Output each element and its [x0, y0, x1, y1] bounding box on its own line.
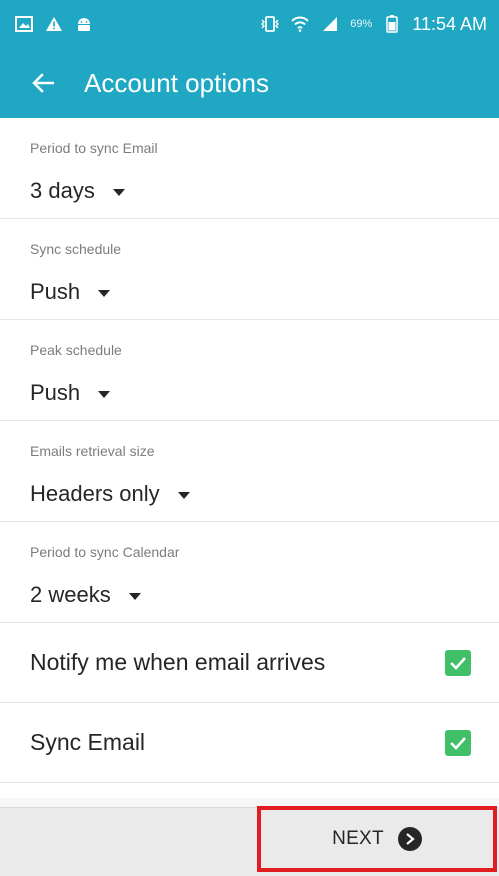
page-title: Account options: [84, 67, 270, 98]
phone-screen: 69% 11:54 AM Account options Period to s…: [0, 0, 499, 876]
checkmark-icon: [450, 736, 466, 750]
retrieval-size-dropdown[interactable]: Headers only: [30, 481, 190, 507]
list-spacer: [0, 783, 499, 798]
dropdown-value: 3 days: [30, 178, 95, 203]
checkmark-icon: [450, 656, 466, 670]
app-bar: Account options: [0, 48, 499, 118]
bottom-bar: NEXT: [0, 806, 499, 876]
dropdown-value: Push: [30, 279, 81, 304]
caret-down-icon: [177, 491, 190, 499]
setting-label: Period to sync Calendar: [30, 544, 180, 560]
status-left: [14, 14, 94, 34]
warning-icon: [44, 14, 64, 34]
setting-label: Emails retrieval size: [30, 443, 155, 459]
period-sync-email-dropdown[interactable]: 3 days: [30, 178, 125, 204]
setting-peak-schedule: Peak schedule Push: [0, 320, 499, 421]
setting-period-sync-email: Period to sync Email 3 days: [0, 118, 499, 219]
status-bar: 69% 11:54 AM: [0, 0, 499, 48]
next-button[interactable]: NEXT: [257, 806, 497, 872]
sync-email-checkbox[interactable]: [445, 729, 471, 756]
chevron-right-circle-icon: [397, 827, 422, 851]
gallery-icon: [14, 14, 34, 34]
arrow-left-icon[interactable]: [28, 68, 58, 98]
caret-down-icon: [98, 390, 111, 398]
toggle-label: Notify me when email arrives: [30, 649, 326, 675]
period-sync-calendar-dropdown[interactable]: 2 weeks: [30, 582, 141, 608]
setting-label: Period to sync Email: [30, 140, 158, 156]
caret-down-icon: [98, 289, 111, 297]
dropdown-value: Push: [30, 380, 81, 405]
notify-email-row[interactable]: Notify me when email arrives: [0, 623, 499, 703]
battery-icon: [382, 14, 402, 34]
signal-icon: [320, 14, 340, 34]
sync-schedule-dropdown[interactable]: Push: [30, 279, 111, 305]
next-label: NEXT: [332, 828, 384, 849]
sync-email-row[interactable]: Sync Email: [0, 703, 499, 783]
wifi-icon: [290, 14, 310, 34]
caret-down-icon: [128, 592, 141, 600]
toggle-label: Sync Email: [30, 729, 146, 755]
peak-schedule-dropdown[interactable]: Push: [30, 380, 111, 406]
dropdown-value: Headers only: [30, 481, 160, 506]
setting-retrieval-size: Emails retrieval size Headers only: [0, 421, 499, 522]
setting-label: Sync schedule: [30, 241, 122, 257]
battery-percent: 69%: [350, 18, 373, 30]
android-icon: [74, 14, 94, 34]
dropdown-value: 2 weeks: [30, 582, 111, 607]
setting-label: Peak schedule: [30, 342, 122, 358]
settings-list: Period to sync Email 3 days Sync schedul…: [0, 118, 499, 798]
notify-email-checkbox[interactable]: [445, 649, 471, 676]
vibrate-icon: [260, 14, 280, 34]
setting-sync-schedule: Sync schedule Push: [0, 219, 499, 320]
setting-period-sync-calendar: Period to sync Calendar 2 weeks: [0, 522, 499, 623]
status-right: 69% 11:54 AM: [260, 14, 487, 35]
caret-down-icon: [112, 188, 125, 196]
status-time: 11:54 AM: [412, 13, 487, 34]
